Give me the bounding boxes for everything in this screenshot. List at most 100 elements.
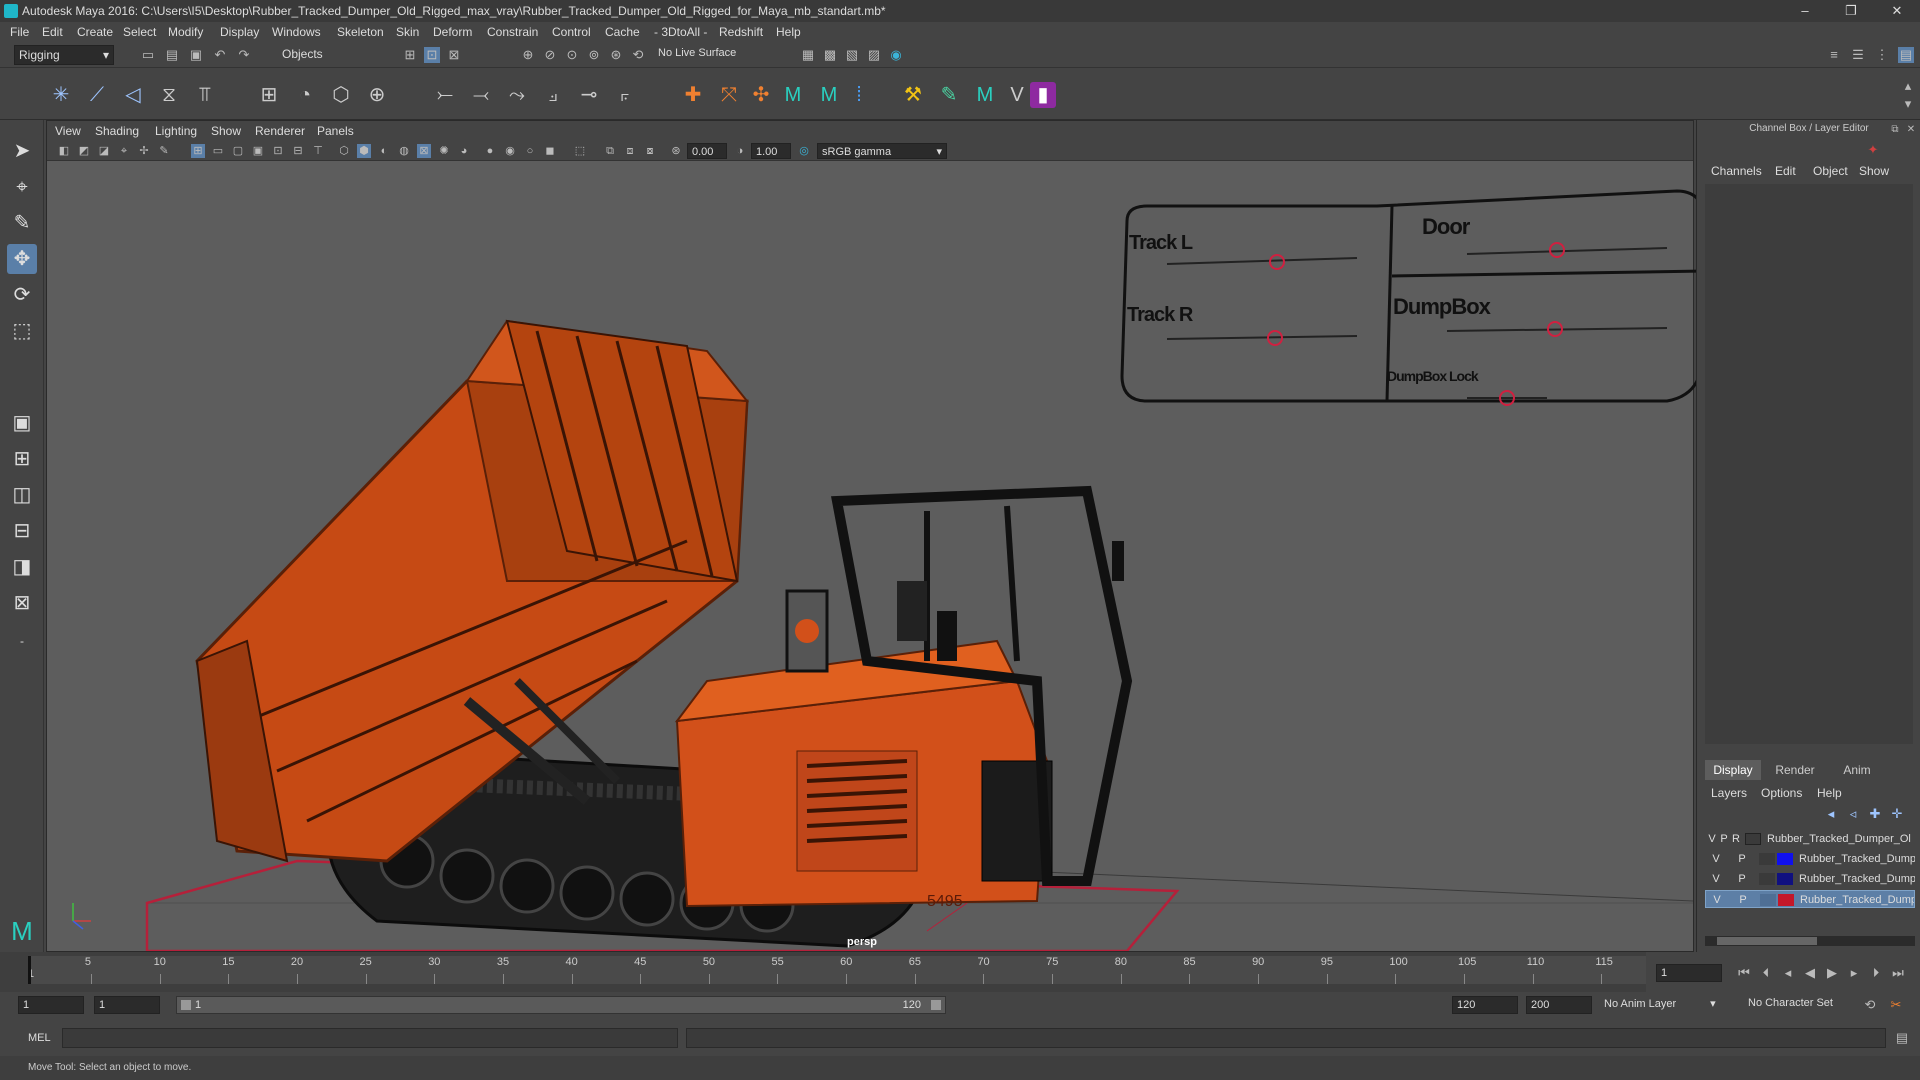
layer-color-swatch[interactable]: [1777, 853, 1793, 865]
camera-select-icon[interactable]: ◧: [57, 144, 71, 158]
snap-surface-icon[interactable]: ⊛: [608, 47, 624, 63]
mirror-joint-icon[interactable]: ⫪: [192, 82, 218, 108]
auto-key-icon[interactable]: ⟲: [1862, 997, 1878, 1013]
xray-joints-icon[interactable]: ⧈: [623, 144, 637, 158]
layer-row-selected[interactable]: V P Rubber_Tracked_Dump: [1705, 890, 1915, 908]
cluster-icon[interactable]: ◔: [292, 82, 318, 108]
render-frame-icon[interactable]: ▩: [822, 47, 838, 63]
layer-type-swatch[interactable]: [1759, 873, 1775, 885]
restore-button[interactable]: ❐: [1828, 0, 1874, 22]
snap-view-icon[interactable]: ⊚: [586, 47, 602, 63]
gamma-icon[interactable]: ◑: [733, 144, 747, 158]
select-object-icon[interactable]: ⊡: [424, 47, 440, 63]
isolate-select-icon[interactable]: ⬚: [573, 144, 587, 158]
layer-color-swatch[interactable]: [1745, 833, 1761, 845]
layer-playback[interactable]: P: [1737, 850, 1747, 868]
color-management-icon[interactable]: ◎: [797, 144, 811, 158]
channel-box-icon[interactable]: ▤: [1898, 47, 1914, 63]
single-view-icon[interactable]: ▣: [7, 408, 37, 438]
channels-menu[interactable]: Channels: [1711, 164, 1762, 178]
smooth-shade-icon[interactable]: ⬢: [357, 144, 371, 158]
new-layer-icon[interactable]: ✚: [1867, 806, 1883, 822]
layer-name[interactable]: Rubber_Tracked_Dump: [1799, 870, 1915, 888]
motion-trail-icon[interactable]: M: [972, 82, 998, 108]
aim-constraint-icon[interactable]: ⊸: [576, 82, 602, 108]
bookmark-icon[interactable]: ◪: [97, 144, 111, 158]
vp-menu-lighting[interactable]: Lighting: [155, 124, 197, 138]
history-icon[interactable]: ⟲: [630, 47, 646, 63]
point-constraint-icon[interactable]: ⟓: [540, 82, 566, 108]
show-menu[interactable]: Show: [1859, 164, 1889, 178]
two-d-pan-icon[interactable]: ✢: [137, 144, 151, 158]
step-back-frame-icon[interactable]: ◂: [1780, 965, 1796, 981]
lattice-icon[interactable]: ⊞: [256, 82, 282, 108]
menu-edit[interactable]: Edit: [42, 25, 63, 39]
layer-visibility[interactable]: V: [1712, 891, 1722, 907]
layer-playback[interactable]: P: [1737, 870, 1747, 888]
layer-scrollbar[interactable]: [1705, 936, 1915, 946]
modeling-toolkit-icon[interactable]: ≡: [1826, 47, 1842, 63]
redo-icon[interactable]: ↷: [236, 47, 252, 63]
select-hierarchy-icon[interactable]: ⊞: [402, 47, 418, 63]
maya-home-icon[interactable]: M: [7, 916, 37, 946]
range-start-handle[interactable]: [181, 1000, 191, 1010]
menu-create[interactable]: Create: [77, 25, 113, 39]
live-surface-label[interactable]: No Live Surface: [658, 47, 736, 59]
save-scene-icon[interactable]: ▣: [188, 47, 204, 63]
resolution-gate-icon[interactable]: ▢: [231, 144, 245, 158]
open-scene-icon[interactable]: ▤: [164, 47, 180, 63]
time-slider[interactable]: 5 10 15 20 25 30 35 40 45 50 55 60 65 70 75 80 85 90 95 100…: [0, 952, 1696, 992]
current-time-marker[interactable]: [28, 956, 31, 984]
tab-anim[interactable]: Anim: [1829, 760, 1885, 780]
layer-reference[interactable]: R: [1731, 830, 1741, 848]
ipr-render-icon[interactable]: ▧: [844, 47, 860, 63]
tool-settings-icon[interactable]: ⋮: [1874, 47, 1890, 63]
go-to-start-icon[interactable]: ⏮: [1736, 965, 1752, 981]
gate-mask-icon[interactable]: ▣: [251, 144, 265, 158]
select-tool-icon[interactable]: ➤: [7, 136, 37, 166]
default-material-icon[interactable]: ◐: [377, 144, 391, 158]
new-scene-icon[interactable]: ▭: [140, 47, 156, 63]
menu-set-dropdown[interactable]: Rigging ▾: [14, 45, 114, 65]
more-layouts-icon[interactable]: -: [7, 626, 37, 656]
close-panel-icon[interactable]: ✕: [1903, 122, 1919, 138]
render-view-icon[interactable]: ▦: [800, 47, 816, 63]
shelf-scroll-up-icon[interactable]: ▴: [1900, 78, 1916, 94]
snap-grid-icon[interactable]: ⊕: [520, 47, 536, 63]
layer-color-swatch[interactable]: [1778, 894, 1794, 906]
menu-3dtoall[interactable]: - 3DtoAll -: [654, 25, 707, 39]
menu-help[interactable]: Help: [776, 25, 801, 39]
playback-end-field[interactable]: 120: [1452, 996, 1518, 1014]
wrap-icon[interactable]: ⊕: [364, 82, 390, 108]
locator-icon[interactable]: ✚: [680, 82, 706, 108]
anim-layer-dropdown[interactable]: No Anim Layer ▾: [1604, 997, 1716, 1010]
menu-skeleton[interactable]: Skeleton: [337, 25, 384, 39]
lights-icon[interactable]: ✺: [437, 144, 451, 158]
vp-menu-view[interactable]: View: [55, 124, 81, 138]
menu-skin[interactable]: Skin: [396, 25, 419, 39]
hypershade-icon[interactable]: ◉: [888, 47, 904, 63]
orient-constraint-icon[interactable]: ⟔: [612, 82, 638, 108]
graph-persp-icon[interactable]: ⊠: [7, 588, 37, 618]
layer-name[interactable]: Rubber_Tracked_Dump: [1799, 850, 1915, 868]
stacked-view-icon[interactable]: ⊟: [7, 516, 37, 546]
selection-mode-dropdown[interactable]: Objects: [278, 45, 378, 65]
layer-playback[interactable]: P: [1719, 830, 1729, 848]
xray-icon[interactable]: ⧉: [603, 144, 617, 158]
go-to-end-icon[interactable]: ⏭: [1890, 965, 1906, 981]
graph-editor-icon[interactable]: ▮: [1030, 82, 1056, 108]
play-forward-icon[interactable]: ▶: [1824, 965, 1840, 981]
select-component-icon[interactable]: ⊠: [446, 47, 462, 63]
textured-icon[interactable]: ⊠: [417, 144, 431, 158]
multisample-icon[interactable]: ○: [523, 144, 537, 158]
move-layer-up-icon[interactable]: ◂: [1823, 806, 1839, 822]
menu-display[interactable]: Display: [220, 25, 259, 39]
time-slider-track[interactable]: 5 10 15 20 25 30 35 40 45 50 55 60 65 70 75 80 85 90 95 100…: [28, 956, 1692, 984]
parent-constraint-icon[interactable]: ⤧: [716, 82, 742, 108]
depth-of-field-icon[interactable]: ◼: [543, 144, 557, 158]
script-editor-icon[interactable]: ▤: [1894, 1030, 1910, 1046]
safe-action-icon[interactable]: ⊟: [291, 144, 305, 158]
wireframe-on-shaded-icon[interactable]: ◍: [397, 144, 411, 158]
menu-redshift[interactable]: Redshift: [719, 25, 763, 39]
human-ik-icon[interactable]: M: [780, 82, 806, 108]
